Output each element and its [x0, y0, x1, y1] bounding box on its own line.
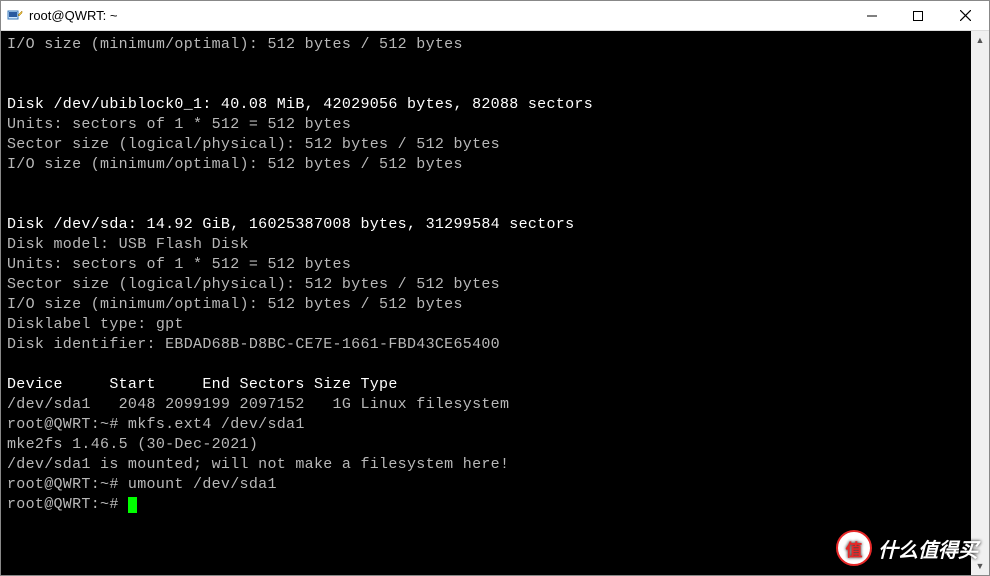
scroll-up-arrow[interactable]: ▲	[971, 31, 989, 49]
watermark-icon: 值	[836, 530, 872, 566]
watermark: 值 什么值得买	[836, 530, 978, 566]
close-button[interactable]	[941, 1, 989, 30]
window-controls	[849, 1, 989, 30]
watermark-text: 什么值得买	[878, 534, 978, 563]
minimize-button[interactable]	[849, 1, 895, 30]
window-title: root@QWRT: ~	[29, 8, 849, 23]
scrollbar[interactable]: ▲ ▼	[971, 31, 989, 575]
maximize-button[interactable]	[895, 1, 941, 30]
app-window: root@QWRT: ~ I/O size (minimum/optimal):…	[0, 0, 990, 576]
title-bar[interactable]: root@QWRT: ~	[1, 1, 989, 31]
terminal-output[interactable]: I/O size (minimum/optimal): 512 bytes / …	[1, 31, 971, 575]
cursor	[128, 497, 137, 513]
terminal-area: I/O size (minimum/optimal): 512 bytes / …	[1, 31, 989, 575]
putty-icon	[7, 8, 23, 24]
